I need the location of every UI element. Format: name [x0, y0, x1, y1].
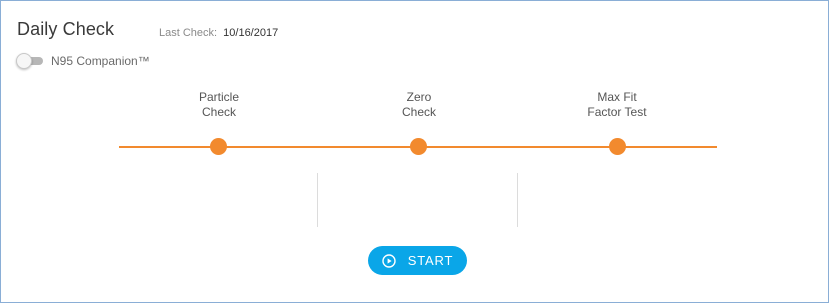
step-dot-max-fit-factor-test[interactable] [609, 138, 626, 155]
n95-companion-row: N95 Companion™ [15, 53, 150, 69]
divider [517, 173, 518, 227]
last-check-label: Last Check: [159, 27, 218, 39]
step-label-max-fit-factor-test: Max Fit Factor Test [587, 90, 647, 119]
step-dot-zero-check[interactable] [410, 138, 427, 155]
last-check-date: 10/16/2017 [223, 27, 279, 39]
n95-companion-label: N95 Companion™ [51, 54, 150, 68]
divider [317, 173, 318, 227]
n95-companion-toggle[interactable] [15, 53, 45, 69]
step-label-particle-check: Particle Check [198, 90, 239, 119]
play-circle-icon [382, 253, 396, 268]
step-dot-particle-check[interactable] [210, 138, 227, 155]
step-label-zero-check: Zero Check [401, 90, 436, 119]
toggle-knob [16, 53, 32, 69]
start-button-label: START [407, 253, 454, 268]
start-button[interactable]: START [368, 246, 467, 275]
last-check-info: Last Check: 10/16/2017 [159, 27, 278, 39]
daily-check-panel: Daily Check Last Check: 10/16/2017 N95 C… [0, 0, 829, 303]
page-title: Daily Check [17, 19, 115, 39]
